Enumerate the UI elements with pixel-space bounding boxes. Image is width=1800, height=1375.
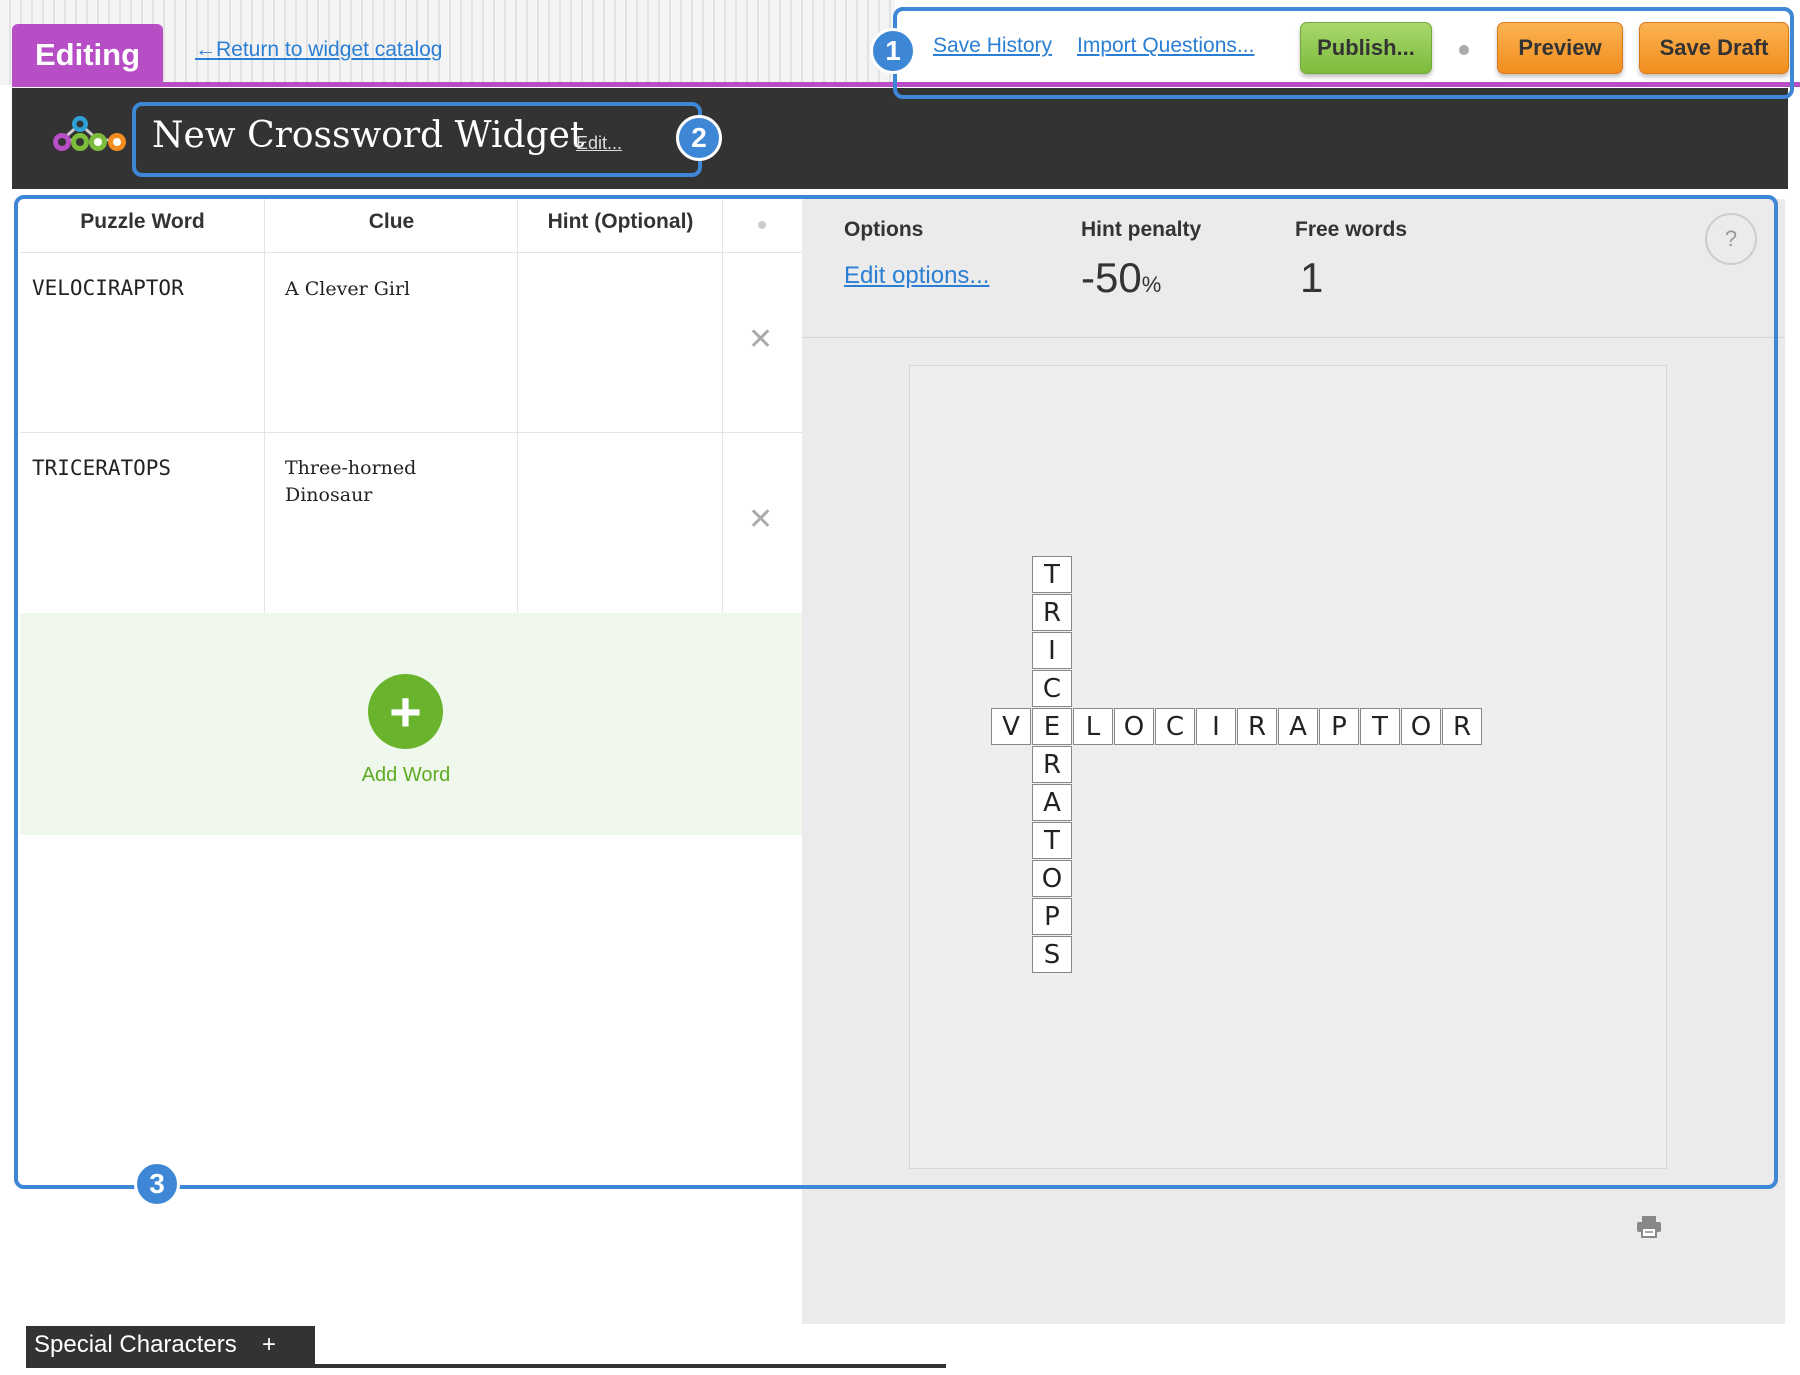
special-characters-label: Special Characters	[34, 1331, 237, 1358]
callout-badge-3: 3	[134, 1161, 180, 1207]
callout-badge-2: 2	[676, 115, 722, 161]
print-icon[interactable]	[1636, 1215, 1662, 1239]
crossword-logo-icon	[53, 116, 126, 151]
special-characters-underline	[26, 1364, 946, 1368]
special-characters-toggle[interactable]: Special Characters +	[26, 1326, 315, 1366]
callout-badge-1: 1	[870, 28, 916, 74]
editing-tab[interactable]: Editing	[12, 24, 163, 86]
callout-box-3	[14, 195, 1778, 1189]
callout-box-1	[893, 7, 1794, 99]
expand-icon: +	[262, 1331, 277, 1358]
return-to-catalog-link[interactable]: ←Return to widget catalog	[195, 38, 442, 62]
callout-box-2	[132, 102, 702, 177]
